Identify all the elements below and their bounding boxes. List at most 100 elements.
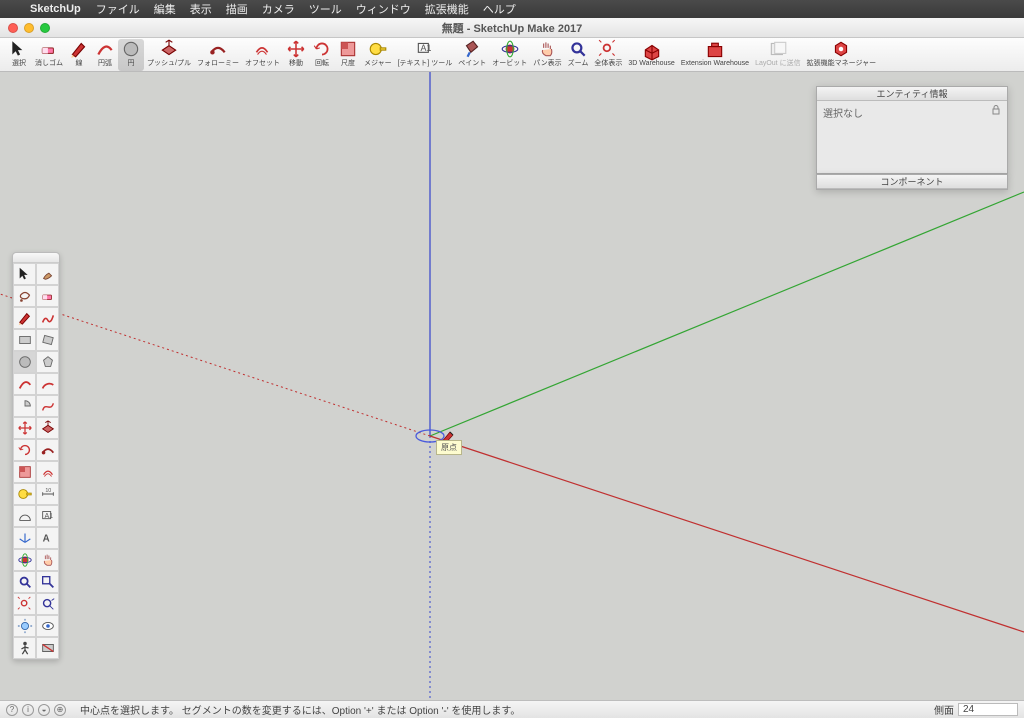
- palette-3dtext-button[interactable]: A: [36, 527, 59, 549]
- menu-edit[interactable]: 編集: [154, 1, 176, 17]
- toolbar-arc-button[interactable]: 円弧: [92, 39, 118, 71]
- menu-file[interactable]: ファイル: [96, 1, 140, 17]
- toolbar-text-button[interactable]: A1[テキスト] ツール: [395, 39, 456, 71]
- palette-rotrect-button[interactable]: [36, 329, 59, 351]
- toolbar-move-button[interactable]: 移動: [283, 39, 309, 71]
- help-icon[interactable]: ?: [6, 704, 18, 716]
- menu-help[interactable]: ヘルプ: [483, 1, 516, 17]
- toolbar-pan-button[interactable]: パン表示: [530, 39, 564, 71]
- toolbar-extmgr-button[interactable]: 拡張機能マネージャー: [804, 39, 880, 71]
- palette-orbit-button[interactable]: [13, 549, 36, 571]
- protractor-icon: [17, 508, 33, 524]
- palette-pushpull-button[interactable]: [36, 417, 59, 439]
- palette-position-button[interactable]: [13, 615, 36, 637]
- menu-view[interactable]: 表示: [190, 1, 212, 17]
- palette-followme-button[interactable]: [36, 439, 59, 461]
- palette-circle-button[interactable]: [13, 351, 36, 373]
- palette-look-button[interactable]: [36, 615, 59, 637]
- eraser-icon: [39, 41, 59, 57]
- user-icon[interactable]: ◒: [38, 704, 50, 716]
- minimize-window-button[interactable]: [24, 23, 34, 33]
- palette-curve-button[interactable]: [36, 395, 59, 417]
- toolbar-zoom-button[interactable]: ズーム: [565, 39, 592, 71]
- toolbar-label: LayOut に送信: [755, 58, 801, 68]
- components-panel[interactable]: コンポーネント: [816, 174, 1008, 190]
- toolbar-rotate-button[interactable]: 回転: [309, 39, 335, 71]
- text-icon: A1: [40, 508, 56, 524]
- toolbar-label: 消しゴム: [35, 58, 63, 68]
- toolbar-layout-button[interactable]: LayOut に送信: [752, 39, 804, 71]
- menu-tools[interactable]: ツール: [309, 1, 342, 17]
- info-icon[interactable]: i: [22, 704, 34, 716]
- toolbar-scale-button[interactable]: 尺度: [335, 39, 361, 71]
- palette-section-button[interactable]: [36, 637, 59, 659]
- lock-icon[interactable]: [991, 105, 1001, 115]
- toolbar-offset-button[interactable]: オフセット: [242, 39, 283, 71]
- palette-rect-button[interactable]: [13, 329, 36, 351]
- toolbar-extwh-button[interactable]: Extension Warehouse: [678, 39, 752, 71]
- toolbar-eraser-button[interactable]: 消しゴム: [32, 39, 66, 71]
- palette-freehand-button[interactable]: [36, 307, 59, 329]
- palette-offset-button[interactable]: [36, 461, 59, 483]
- menu-window[interactable]: ウィンドウ: [356, 1, 411, 17]
- palette-arc-button[interactable]: [13, 373, 36, 395]
- move-icon: [286, 41, 306, 57]
- menu-camera[interactable]: カメラ: [262, 1, 295, 17]
- toolbar-paint-button[interactable]: ペイント: [455, 39, 489, 71]
- palette-pie-button[interactable]: [13, 395, 36, 417]
- palette-zoomwin-button[interactable]: [36, 571, 59, 593]
- palette-poly-button[interactable]: [36, 351, 59, 373]
- large-toolset-palette[interactable]: 10 A1 A: [12, 252, 60, 660]
- palette-scale-button[interactable]: [13, 461, 36, 483]
- close-window-button[interactable]: [8, 23, 18, 33]
- menu-extensions[interactable]: 拡張機能: [425, 1, 469, 17]
- zoom-icon: [17, 574, 33, 590]
- palette-zoomext-button[interactable]: [13, 593, 36, 615]
- toolbar-label: 尺度: [341, 58, 355, 68]
- palette-tape-button[interactable]: [13, 483, 36, 505]
- zoom-window-button[interactable]: [40, 23, 50, 33]
- toolbar-label: オフセット: [245, 58, 280, 68]
- palette-rotate-button[interactable]: [13, 439, 36, 461]
- toolbar-select-button[interactable]: 選択: [6, 39, 32, 71]
- toolbar-tape-button[interactable]: メジャー: [361, 39, 395, 71]
- toolbar-followme-button[interactable]: フォローミー: [194, 39, 242, 71]
- palette-protractor-button[interactable]: [13, 505, 36, 527]
- arrow-icon: [9, 41, 29, 57]
- palette-titlebar[interactable]: [13, 253, 59, 263]
- palette-brush-button[interactable]: [36, 263, 59, 285]
- entity-info-title[interactable]: エンティティ情報: [817, 87, 1007, 101]
- toolbar-label: 拡張機能マネージャー: [807, 58, 877, 68]
- menu-draw[interactable]: 描画: [226, 1, 248, 17]
- palette-pencil-button[interactable]: [13, 307, 36, 329]
- toolbar-3dwh-button[interactable]: 3D Warehouse: [625, 39, 677, 71]
- circle-icon: [121, 41, 141, 57]
- palette-axes-button[interactable]: [13, 527, 36, 549]
- brush-icon: [40, 266, 56, 282]
- measurement-label: 側面: [934, 702, 954, 717]
- palette-prev-button[interactable]: [36, 593, 59, 615]
- app-name[interactable]: SketchUp: [30, 3, 81, 15]
- palette-zoom-button[interactable]: [13, 571, 36, 593]
- components-title[interactable]: コンポーネント: [817, 175, 1007, 189]
- palette-arc2-button[interactable]: [36, 373, 59, 395]
- toolbar-zoomext-button[interactable]: 全体表示: [591, 39, 625, 71]
- palette-arrow-button[interactable]: [13, 263, 36, 285]
- palette-pan-button[interactable]: [36, 549, 59, 571]
- palette-dim-button[interactable]: 10: [36, 483, 59, 505]
- palette-walk-button[interactable]: [13, 637, 36, 659]
- toolbar-line-button[interactable]: 線: [66, 39, 92, 71]
- toolbar-pushpull-button[interactable]: プッシュ/プル: [144, 39, 194, 71]
- palette-eraser-button[interactable]: [36, 285, 59, 307]
- toolbar-label: メジャー: [364, 58, 392, 68]
- tape-icon: [368, 41, 388, 57]
- palette-text-button[interactable]: A1: [36, 505, 59, 527]
- toolbar-shapes-button[interactable]: 円: [118, 39, 144, 71]
- palette-lasso-button[interactable]: [13, 285, 36, 307]
- entity-info-panel[interactable]: エンティティ情報 選択なし: [816, 86, 1008, 174]
- arc-icon: [95, 41, 115, 57]
- toolbar-orbit-button[interactable]: オービット: [489, 39, 530, 71]
- geolocate-icon[interactable]: ⊕: [54, 704, 66, 716]
- measurement-input[interactable]: 24: [958, 703, 1018, 716]
- palette-move-button[interactable]: [13, 417, 36, 439]
